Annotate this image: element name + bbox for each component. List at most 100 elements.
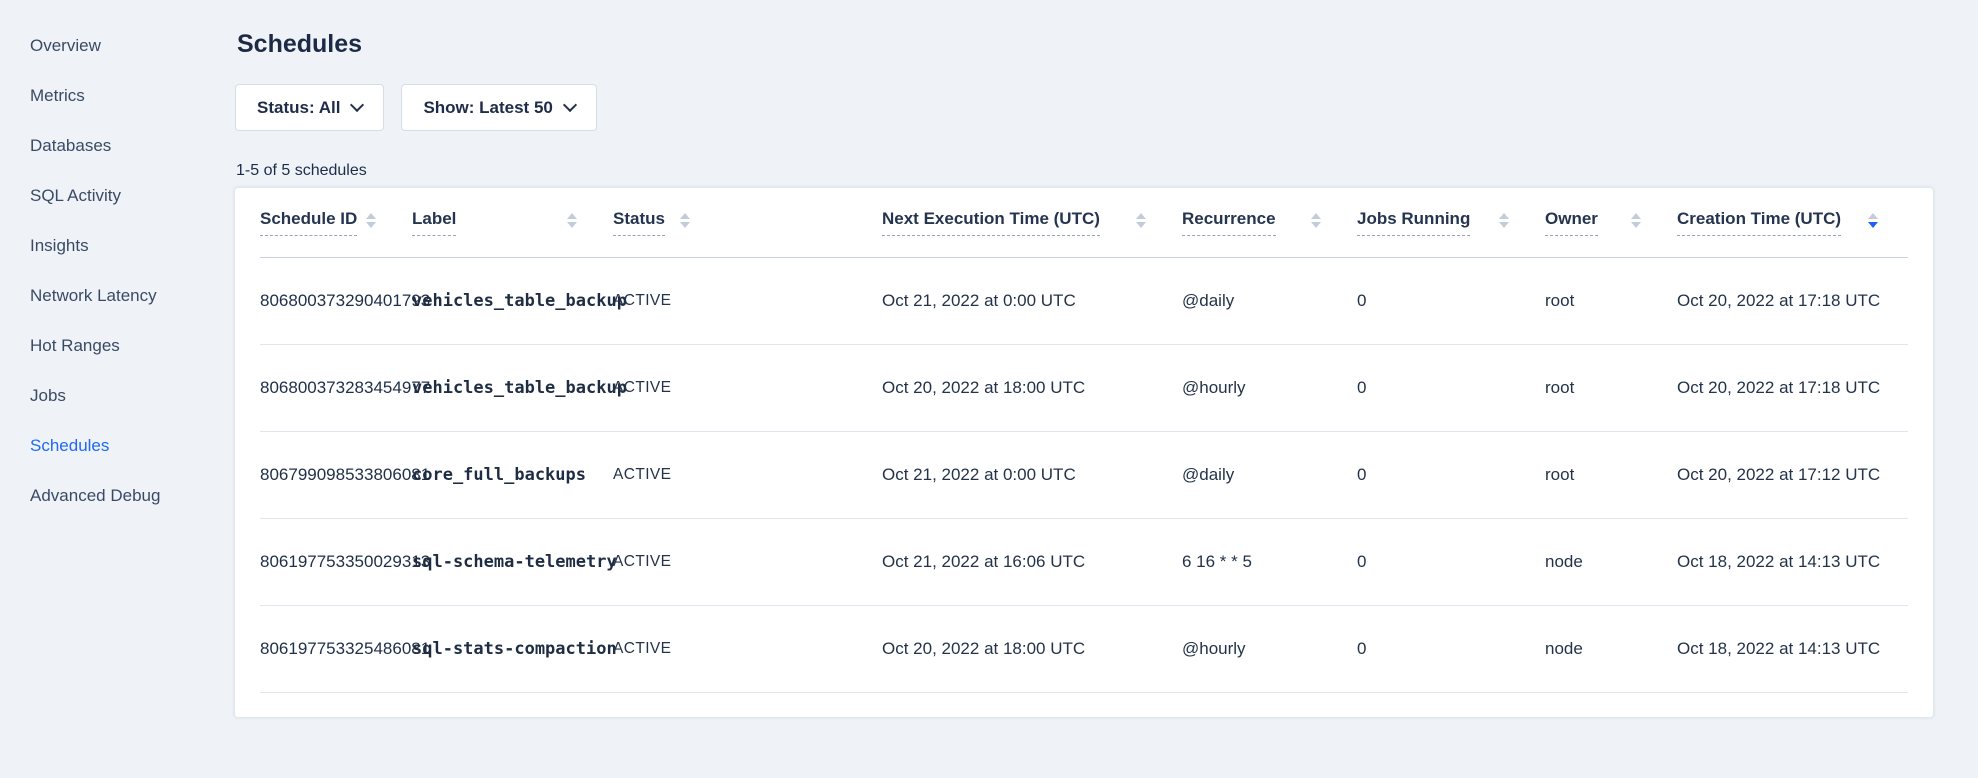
column-header-label: Status bbox=[613, 209, 665, 236]
sidebar-item-label: Hot Ranges bbox=[30, 336, 120, 356]
creation-time-cell: Oct 20, 2022 at 17:18 UTC bbox=[1677, 291, 1908, 311]
schedule-label-cell: core_full_backups bbox=[412, 465, 613, 485]
sort-icon bbox=[1311, 213, 1321, 228]
recurrence-cell: @daily bbox=[1182, 291, 1357, 311]
jobs-running-cell: 0 bbox=[1357, 291, 1545, 311]
schedule-id-cell[interactable]: 806800373290401793 bbox=[260, 291, 412, 311]
sort-arrow-down-icon bbox=[1631, 222, 1641, 228]
chevron-down-icon bbox=[563, 98, 577, 112]
creation-time-cell: Oct 18, 2022 at 14:13 UTC bbox=[1677, 552, 1908, 572]
column-header-creation-time-utc[interactable]: Creation Time (UTC) bbox=[1677, 209, 1908, 236]
status-cell: ACTIVE bbox=[613, 292, 882, 310]
jobs-running-cell: 0 bbox=[1357, 378, 1545, 398]
column-header-schedule-id[interactable]: Schedule ID bbox=[260, 209, 412, 236]
next-execution-time-cell: Oct 21, 2022 at 0:00 UTC bbox=[882, 291, 1182, 311]
sort-icon bbox=[1136, 213, 1146, 228]
sidebar-item-overview[interactable]: Overview bbox=[30, 21, 235, 71]
sort-icon bbox=[1631, 213, 1641, 228]
sidebar-item-label: SQL Activity bbox=[30, 186, 121, 206]
creation-time-cell: Oct 20, 2022 at 17:18 UTC bbox=[1677, 378, 1908, 398]
column-header-recurrence[interactable]: Recurrence bbox=[1182, 209, 1357, 236]
sort-arrow-up-icon bbox=[1136, 213, 1146, 219]
sidebar-item-network-latency[interactable]: Network Latency bbox=[30, 271, 235, 321]
sort-icon bbox=[366, 213, 376, 228]
schedule-id-cell[interactable]: 806800373283454977 bbox=[260, 378, 412, 398]
sidebar-item-label: Jobs bbox=[30, 386, 66, 406]
jobs-running-cell: 0 bbox=[1357, 465, 1545, 485]
creation-time-cell: Oct 20, 2022 at 17:12 UTC bbox=[1677, 465, 1908, 485]
owner-cell: root bbox=[1545, 378, 1677, 398]
column-header-label: Next Execution Time (UTC) bbox=[882, 209, 1100, 236]
sort-arrow-up-icon bbox=[567, 213, 577, 219]
sort-icon bbox=[1499, 213, 1509, 228]
recurrence-cell: @hourly bbox=[1182, 378, 1357, 398]
column-header-status[interactable]: Status bbox=[613, 209, 882, 236]
column-header-label: Jobs Running bbox=[1357, 209, 1470, 236]
recurrence-cell: @hourly bbox=[1182, 639, 1357, 659]
schedule-id-cell[interactable]: 806197753325486081 bbox=[260, 639, 412, 659]
owner-cell: root bbox=[1545, 291, 1677, 311]
sidebar-item-label: Insights bbox=[30, 236, 89, 256]
sort-arrow-down-icon bbox=[567, 222, 577, 228]
sort-arrow-down-icon bbox=[680, 222, 690, 228]
sort-icon bbox=[1868, 213, 1878, 228]
sidebar-item-sql-activity[interactable]: SQL Activity bbox=[30, 171, 235, 221]
owner-cell: root bbox=[1545, 465, 1677, 485]
sidebar-item-label: Overview bbox=[30, 36, 101, 56]
sidebar-item-databases[interactable]: Databases bbox=[30, 121, 235, 171]
next-execution-time-cell: Oct 20, 2022 at 18:00 UTC bbox=[882, 378, 1182, 398]
sidebar-item-insights[interactable]: Insights bbox=[30, 221, 235, 271]
filter-button-label: Status: All bbox=[257, 98, 340, 118]
filter-dropdown-show[interactable]: Show: Latest 50 bbox=[401, 84, 596, 131]
creation-time-cell: Oct 18, 2022 at 14:13 UTC bbox=[1677, 639, 1908, 659]
sidebar-item-metrics[interactable]: Metrics bbox=[30, 71, 235, 121]
sort-arrow-down-icon bbox=[1499, 222, 1509, 228]
table-row: 806800373290401793 vehicles_table_backup… bbox=[260, 258, 1908, 345]
schedule-id-cell[interactable]: 806799098533806081 bbox=[260, 465, 412, 485]
column-header-label[interactable]: Label bbox=[412, 209, 613, 236]
column-header-owner[interactable]: Owner bbox=[1545, 209, 1677, 236]
owner-cell: node bbox=[1545, 639, 1677, 659]
sidebar-item-advanced-debug[interactable]: Advanced Debug bbox=[30, 471, 235, 521]
next-execution-time-cell: Oct 21, 2022 at 16:06 UTC bbox=[882, 552, 1182, 572]
chevron-down-icon bbox=[350, 98, 364, 112]
column-header-label: Owner bbox=[1545, 209, 1598, 236]
next-execution-time-cell: Oct 21, 2022 at 0:00 UTC bbox=[882, 465, 1182, 485]
schedule-label-cell: vehicles_table_backup bbox=[412, 378, 613, 398]
status-cell: ACTIVE bbox=[613, 379, 882, 397]
sort-arrow-down-icon bbox=[366, 222, 376, 228]
filter-dropdown-status[interactable]: Status: All bbox=[235, 84, 384, 131]
next-execution-time-cell: Oct 20, 2022 at 18:00 UTC bbox=[882, 639, 1182, 659]
column-header-jobs-running[interactable]: Jobs Running bbox=[1357, 209, 1545, 236]
sidebar-item-schedules[interactable]: Schedules bbox=[30, 421, 235, 471]
sort-arrow-down-icon bbox=[1311, 222, 1321, 228]
recurrence-cell: @daily bbox=[1182, 465, 1357, 485]
schedules-table-card: Schedule ID Label Status Next Execution … bbox=[235, 188, 1933, 717]
sidebar-item-label: Databases bbox=[30, 136, 111, 156]
sort-arrow-up-icon bbox=[680, 213, 690, 219]
main-content: Schedules Status: All Show: Latest 50 1-… bbox=[235, 0, 1933, 717]
recurrence-cell: 6 16 * * 5 bbox=[1182, 552, 1357, 572]
page-title: Schedules bbox=[237, 31, 1933, 57]
sort-icon bbox=[567, 213, 577, 228]
owner-cell: node bbox=[1545, 552, 1677, 572]
schedule-id-cell[interactable]: 806197753350029313 bbox=[260, 552, 412, 572]
table-row: 806800373283454977 vehicles_table_backup… bbox=[260, 345, 1908, 432]
column-header-next-execution-time-utc[interactable]: Next Execution Time (UTC) bbox=[882, 209, 1182, 236]
results-count: 1-5 of 5 schedules bbox=[236, 161, 1933, 180]
sort-arrow-down-icon bbox=[1136, 222, 1146, 228]
status-cell: ACTIVE bbox=[613, 640, 882, 658]
filter-button-label: Show: Latest 50 bbox=[423, 98, 552, 118]
jobs-running-cell: 0 bbox=[1357, 552, 1545, 572]
sidebar-item-jobs[interactable]: Jobs bbox=[30, 371, 235, 421]
jobs-running-cell: 0 bbox=[1357, 639, 1545, 659]
column-header-label: Creation Time (UTC) bbox=[1677, 209, 1841, 236]
column-header-label: Schedule ID bbox=[260, 209, 357, 236]
schedule-label-cell: sql-schema-telemetry bbox=[412, 552, 613, 572]
sort-arrow-down-icon bbox=[1868, 222, 1878, 228]
sort-arrow-up-icon bbox=[1311, 213, 1321, 219]
table-header-row: Schedule ID Label Status Next Execution … bbox=[260, 188, 1908, 258]
sidebar-item-hot-ranges[interactable]: Hot Ranges bbox=[30, 321, 235, 371]
column-header-label: Recurrence bbox=[1182, 209, 1276, 236]
filter-bar: Status: All Show: Latest 50 bbox=[235, 84, 1933, 131]
